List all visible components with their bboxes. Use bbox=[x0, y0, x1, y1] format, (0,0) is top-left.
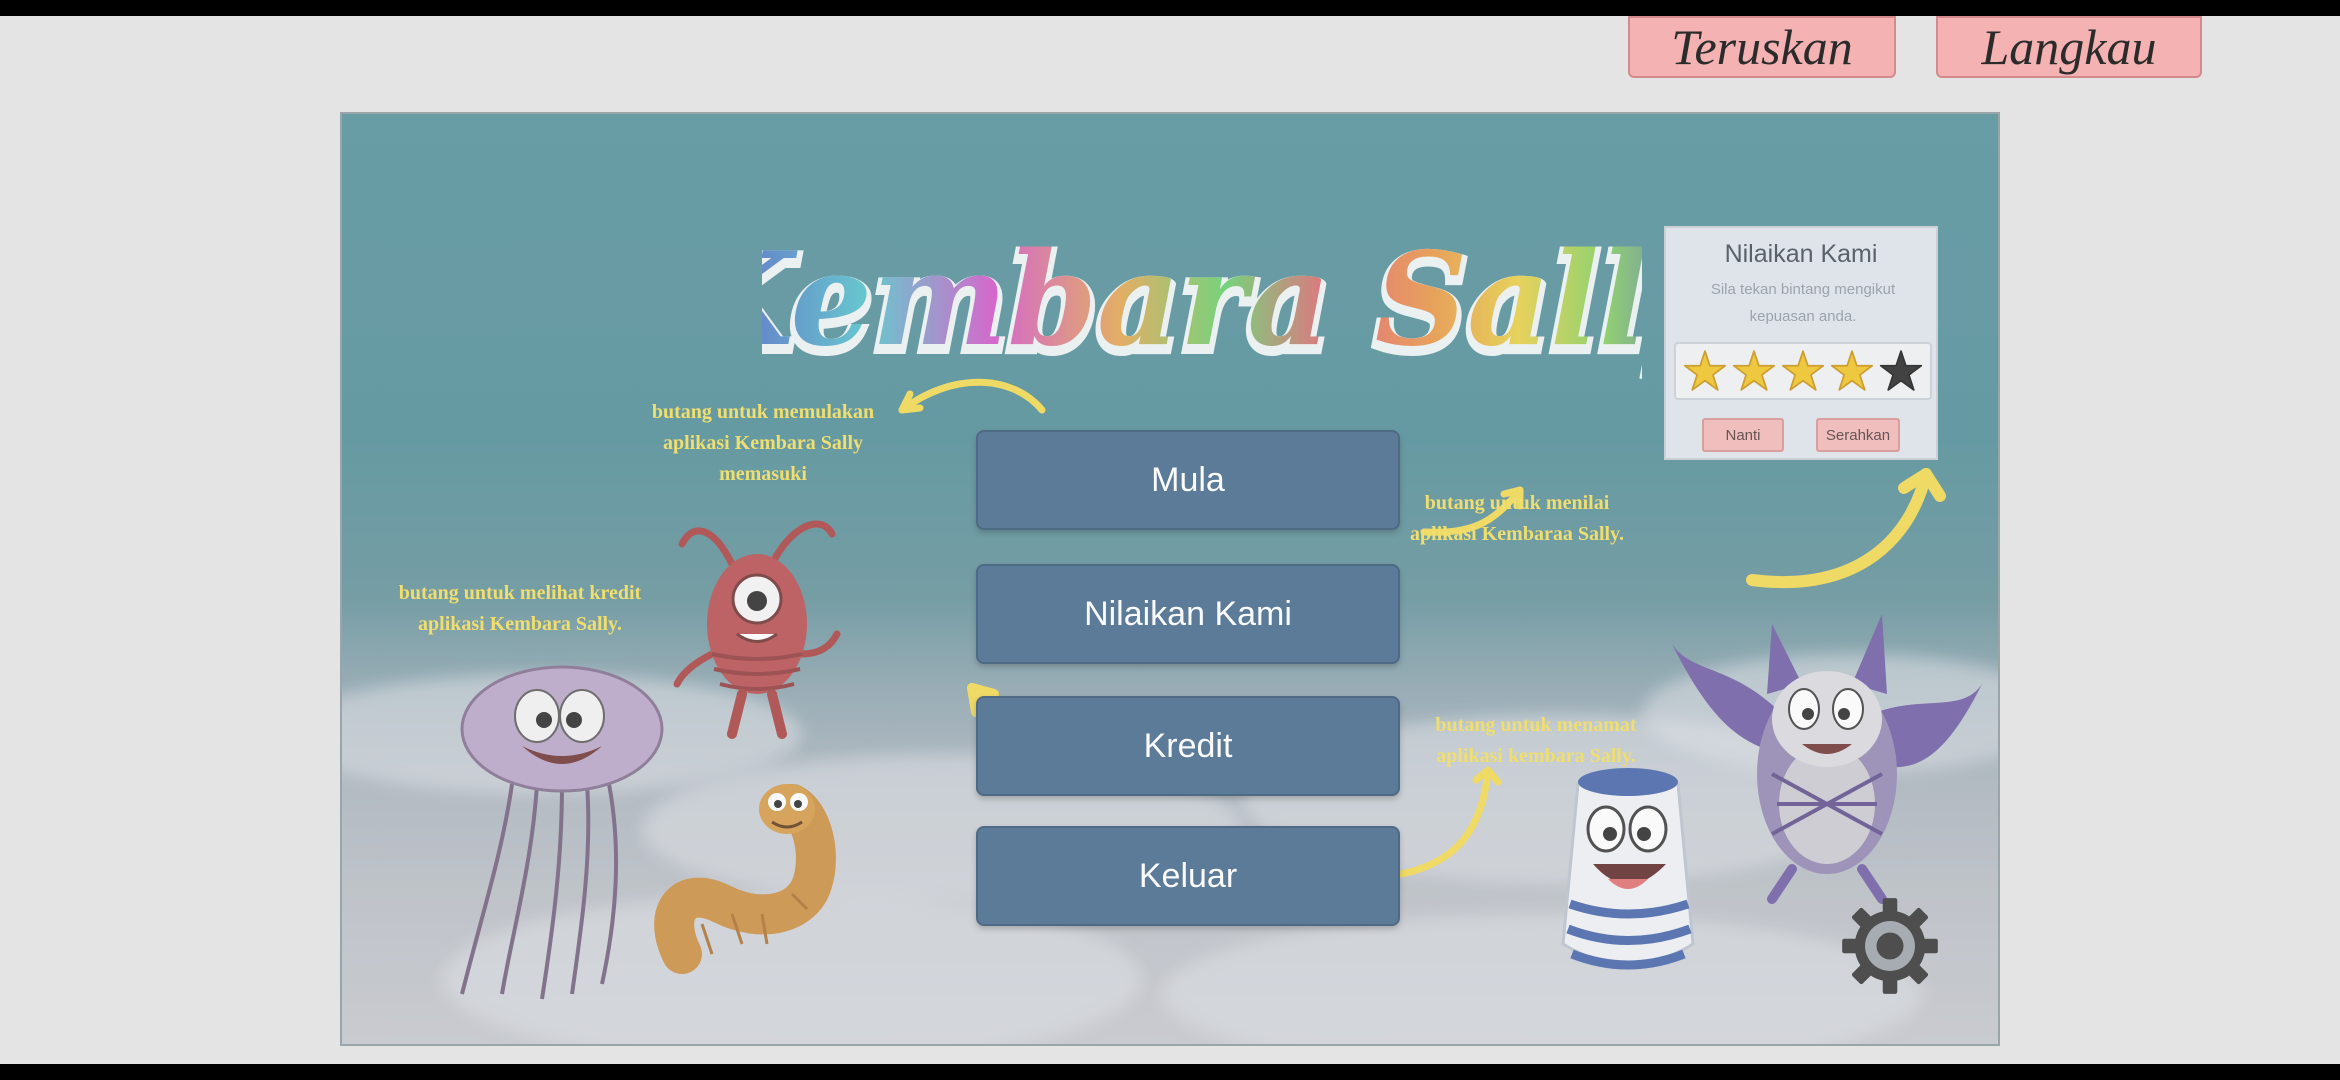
credits-button[interactable]: Kredit bbox=[976, 696, 1400, 796]
later-button[interactable]: Nanti bbox=[1702, 418, 1784, 452]
gear-icon[interactable] bbox=[1838, 894, 1942, 998]
start-button[interactable]: Mula bbox=[976, 430, 1400, 530]
continue-button[interactable]: Teruskan bbox=[1628, 16, 1896, 78]
note-rate: butang untuk menilai aplikasi Kembaraa S… bbox=[1410, 492, 1624, 545]
star-rating bbox=[1674, 342, 1932, 400]
orange-shrimp-character bbox=[654, 784, 836, 974]
purple-bat-character bbox=[1672, 614, 1982, 904]
rate-us-button[interactable]: Nilaikan Kami bbox=[976, 564, 1400, 664]
game-screen: Kembara Sally Kembara Sally butang untuk… bbox=[340, 112, 2000, 1046]
jellyfish-character bbox=[460, 665, 664, 1000]
star-filled-icon[interactable] bbox=[1781, 349, 1825, 393]
rating-subtitle: Sila tekan bintang mengikut kepuasan and… bbox=[1710, 281, 1896, 325]
exit-button[interactable]: Keluar bbox=[976, 826, 1400, 926]
note-start: butang untuk memulakan aplikasi Kembara … bbox=[651, 401, 875, 485]
rating-card: Nilaikan Kami Sila tekan bintang mengiku… bbox=[1664, 226, 1938, 460]
skip-button[interactable]: Langkau bbox=[1936, 16, 2202, 78]
red-cyclops-character bbox=[673, 520, 841, 739]
star-empty-icon[interactable] bbox=[1879, 349, 1923, 393]
star-filled-icon[interactable] bbox=[1732, 349, 1776, 393]
note-credits: butang untuk melihat kredit aplikasi Kem… bbox=[398, 582, 642, 635]
rating-title: Nilaikan Kami bbox=[1724, 240, 1878, 268]
arrow-start bbox=[898, 378, 1046, 414]
submit-button[interactable]: Serahkan bbox=[1816, 418, 1900, 452]
star-filled-icon[interactable] bbox=[1830, 349, 1874, 393]
star-filled-icon[interactable] bbox=[1683, 349, 1727, 393]
tutorial-overlay: Teruskan Langkau embara Sal embara Sal b… bbox=[0, 16, 2340, 1064]
